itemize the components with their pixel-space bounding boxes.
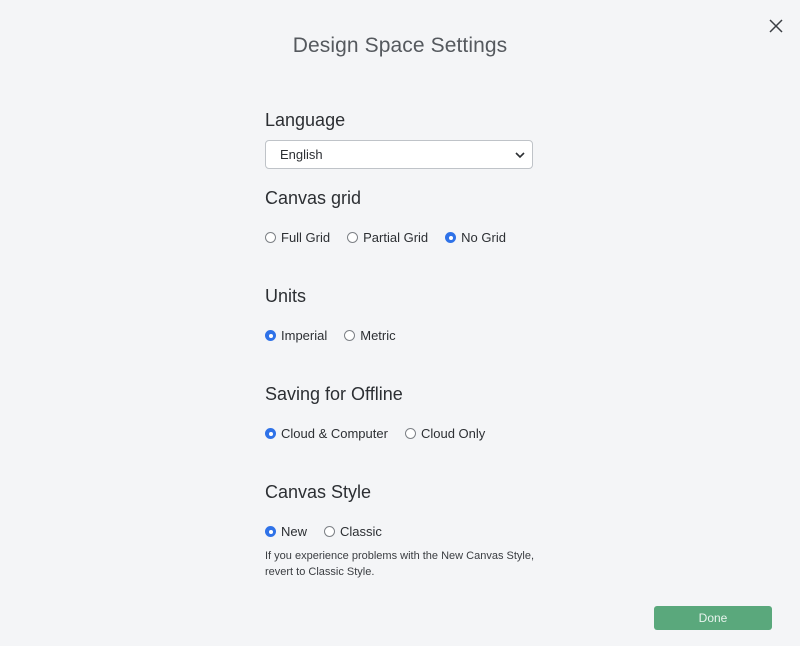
radio-label: Imperial [281, 328, 328, 343]
radio-cloud-only[interactable]: Cloud Only [404, 426, 486, 441]
radio-button-checked[interactable] [265, 330, 276, 341]
language-heading: Language [265, 110, 346, 130]
settings-dialog: Design Space Settings Language English C… [0, 0, 800, 646]
units-heading: Units [265, 286, 307, 306]
radio-metric[interactable]: Metric [344, 328, 396, 343]
radio-no-grid[interactable]: No Grid [445, 230, 506, 245]
done-button[interactable]: Done [654, 606, 772, 630]
chevron-down-icon [515, 152, 525, 159]
radio-full-grid[interactable]: Full Grid [265, 230, 330, 245]
radio-classic[interactable]: Classic [324, 524, 382, 539]
canvas-style-heading: Canvas Style [265, 482, 372, 502]
radio-button[interactable] [347, 232, 359, 243]
canvas-grid-options: Full Grid Partial Grid No Grid [265, 230, 523, 245]
canvas-style-help-text: If you experience problems with the New … [265, 550, 535, 578]
offline-heading: Saving for Offline [265, 384, 403, 404]
radio-label: Full Grid [281, 230, 331, 245]
radio-new[interactable]: New [265, 524, 307, 539]
radio-button[interactable] [265, 232, 276, 243]
radio-partial-grid[interactable]: Partial Grid [347, 230, 428, 245]
units-options: Imperial Metric [265, 328, 413, 343]
close-icon[interactable] [765, 15, 787, 37]
radio-button[interactable] [344, 330, 356, 341]
radio-cloud-and-computer[interactable]: Cloud & Computer [265, 426, 388, 441]
radio-label: Partial Grid [363, 230, 429, 245]
radio-button[interactable] [324, 526, 336, 537]
radio-button-checked[interactable] [445, 232, 457, 243]
radio-label: Cloud & Computer [281, 426, 388, 441]
dialog-title: Design Space Settings [292, 34, 508, 57]
radio-label: Metric [360, 328, 396, 343]
radio-imperial[interactable]: Imperial [265, 328, 327, 343]
canvas-grid-heading: Canvas grid [265, 188, 362, 208]
language-select[interactable]: English [265, 140, 533, 169]
offline-options: Cloud & Computer Cloud Only [265, 426, 502, 441]
radio-button-checked[interactable] [265, 526, 276, 537]
radio-button-checked[interactable] [265, 428, 276, 439]
language-select-value: English [280, 147, 323, 162]
canvas-style-options: New Classic [265, 524, 399, 539]
radio-label: Cloud Only [420, 426, 486, 441]
radio-label: New [281, 524, 308, 539]
radio-label: No Grid [461, 230, 506, 245]
radio-label: Classic [340, 524, 382, 539]
radio-button[interactable] [404, 428, 416, 439]
